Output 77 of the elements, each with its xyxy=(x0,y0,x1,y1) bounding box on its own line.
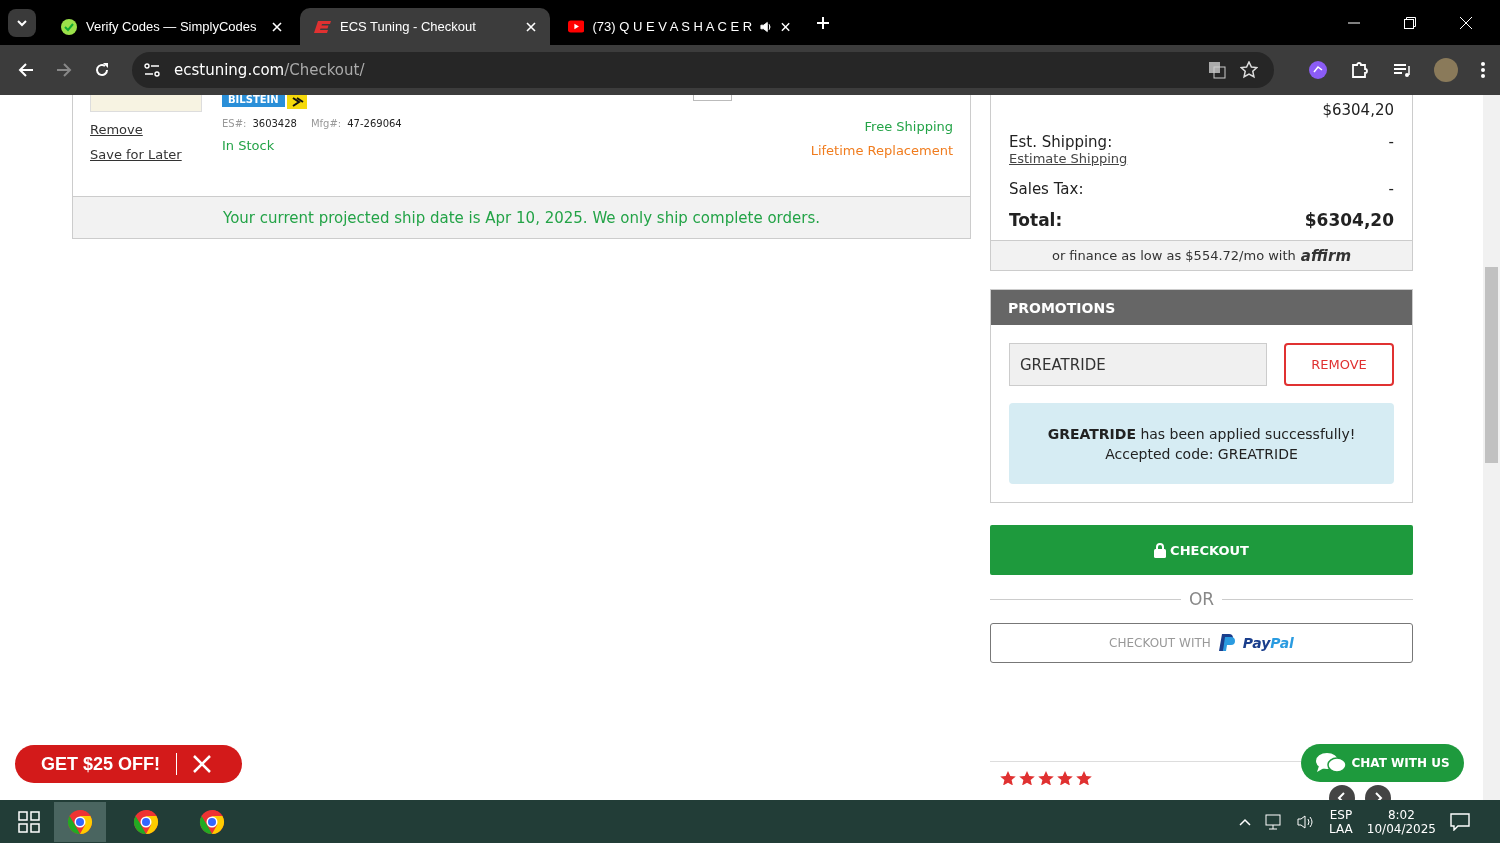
shipping-label: Est. Shipping: xyxy=(1009,133,1114,151)
mfg-number-label: Mfg#: xyxy=(310,118,342,129)
chat-bubbles-icon xyxy=(1315,751,1348,775)
checkmark-favicon-icon xyxy=(60,17,78,36)
checkout-button[interactable]: CHECKOUT xyxy=(990,525,1413,575)
close-tab-icon[interactable] xyxy=(780,21,790,32)
star-rating-icon xyxy=(1000,771,1094,785)
scrollbar-thumb[interactable] xyxy=(1485,267,1498,463)
discount-banner[interactable]: GET $25 OFF! xyxy=(15,745,242,783)
affirm-logo: affirm xyxy=(1300,246,1352,265)
brand-badge: BILSTEIN xyxy=(222,95,285,107)
task-view-icon[interactable] xyxy=(18,810,40,833)
remove-button[interactable]: REMOVE xyxy=(1284,343,1394,386)
finance-text: or finance as low as $554.72/mo with xyxy=(1051,248,1296,263)
slanted-e-favicon-icon xyxy=(314,19,332,34)
menu-icon[interactable] xyxy=(1480,61,1486,79)
address-bar[interactable]: ecstuning.com/Checkout/ xyxy=(132,52,1274,88)
total-label: Total: xyxy=(1009,210,1063,230)
accepted-code-text: Accepted code: GREATRIDE xyxy=(1105,445,1298,462)
close-tab-icon[interactable] xyxy=(526,21,536,32)
stock-status: In Stock xyxy=(222,138,276,153)
bookmark-star-icon[interactable] xyxy=(1240,61,1258,79)
part-number-label: ES#: xyxy=(222,118,247,129)
notifications-icon[interactable] xyxy=(1450,812,1470,831)
close-tab-icon[interactable] xyxy=(272,21,282,32)
play-favicon-icon xyxy=(568,20,585,33)
close-window-icon[interactable] xyxy=(1460,16,1472,29)
paypal-checkout-button[interactable]: CHECKOUT WITH PayPal xyxy=(990,623,1413,663)
browser-tab[interactable]: Verify Codes — SimplyCodes xyxy=(46,8,296,45)
speaker-icon[interactable] xyxy=(1297,813,1316,830)
shipping-note: Free Shipping xyxy=(864,119,953,134)
restore-icon[interactable] xyxy=(1404,16,1416,29)
site-settings-icon[interactable] xyxy=(144,63,160,77)
browser-tab[interactable]: ECS Tuning - Checkout xyxy=(300,8,550,45)
tab-title: Verify Codes — SimplyCodes xyxy=(86,19,258,34)
tax-value: - xyxy=(1388,180,1394,198)
close-icon[interactable] xyxy=(193,755,212,773)
or-divider-text: OR xyxy=(1188,589,1215,609)
profile-avatar[interactable] xyxy=(1434,58,1458,82)
brand-logo-icon xyxy=(286,95,307,109)
tab-search-button[interactable] xyxy=(8,8,36,37)
cart-action-link[interactable]: Remove xyxy=(90,122,222,137)
paypal-p-icon xyxy=(1218,634,1235,652)
clock[interactable]: 8:02 10/04/2025 xyxy=(1366,807,1436,836)
language-indicator[interactable]: ESP LAA xyxy=(1329,807,1353,836)
success-message: GREATRIDE has been applied successfully! xyxy=(1047,425,1356,442)
warranty-note: Lifetime Replacement xyxy=(810,143,953,158)
extension-badge-icon[interactable] xyxy=(1308,60,1328,80)
url-text: ecstuning.com/Checkout/ xyxy=(174,61,365,79)
tax-label: Sales Tax: xyxy=(1009,180,1084,198)
new-tab-icon[interactable] xyxy=(816,15,830,30)
subtotal-value: $6304,20 xyxy=(1322,101,1394,119)
translate-icon[interactable] xyxy=(1208,61,1226,79)
reload-icon[interactable] xyxy=(94,62,110,78)
forward-icon[interactable] xyxy=(56,62,72,78)
browser-tab[interactable]: (73) Q U E V A S H A C E R xyxy=(554,8,804,45)
network-icon[interactable] xyxy=(1265,813,1284,830)
promo-code-field[interactable]: GREATRIDE xyxy=(1009,343,1267,386)
lock-icon xyxy=(1154,542,1167,558)
tab-title: (73) Q U E V A S H A C E R xyxy=(592,19,753,34)
quantity-field[interactable] xyxy=(693,95,732,101)
chat-button[interactable]: CHAT WITH US xyxy=(1301,744,1464,782)
puzzle-icon[interactable] xyxy=(1350,60,1370,80)
shipping-value: - xyxy=(1388,133,1394,153)
estimate-shipping-link[interactable]: Estimate Shipping xyxy=(1009,151,1128,166)
tab-title: ECS Tuning - Checkout xyxy=(340,19,477,34)
part-number: 3603428 xyxy=(252,118,297,129)
speaker-icon[interactable] xyxy=(760,19,773,34)
discount-text: GET $25 OFF! xyxy=(41,753,161,775)
ship-date-notice: Your current projected ship date is Apr 10, 2025. We only ship complete orders. xyxy=(73,196,970,238)
chevron-up-icon[interactable] xyxy=(1239,817,1252,826)
mfg-number: 47-269064 xyxy=(347,118,402,129)
total-value: $6304,20 xyxy=(1304,210,1394,230)
promotions-header: PROMOTIONS xyxy=(991,290,1412,325)
cart-action-link[interactable]: Save for Later xyxy=(90,147,222,162)
back-icon[interactable] xyxy=(18,62,34,78)
taskbar-browser-icon[interactable] xyxy=(54,801,106,842)
